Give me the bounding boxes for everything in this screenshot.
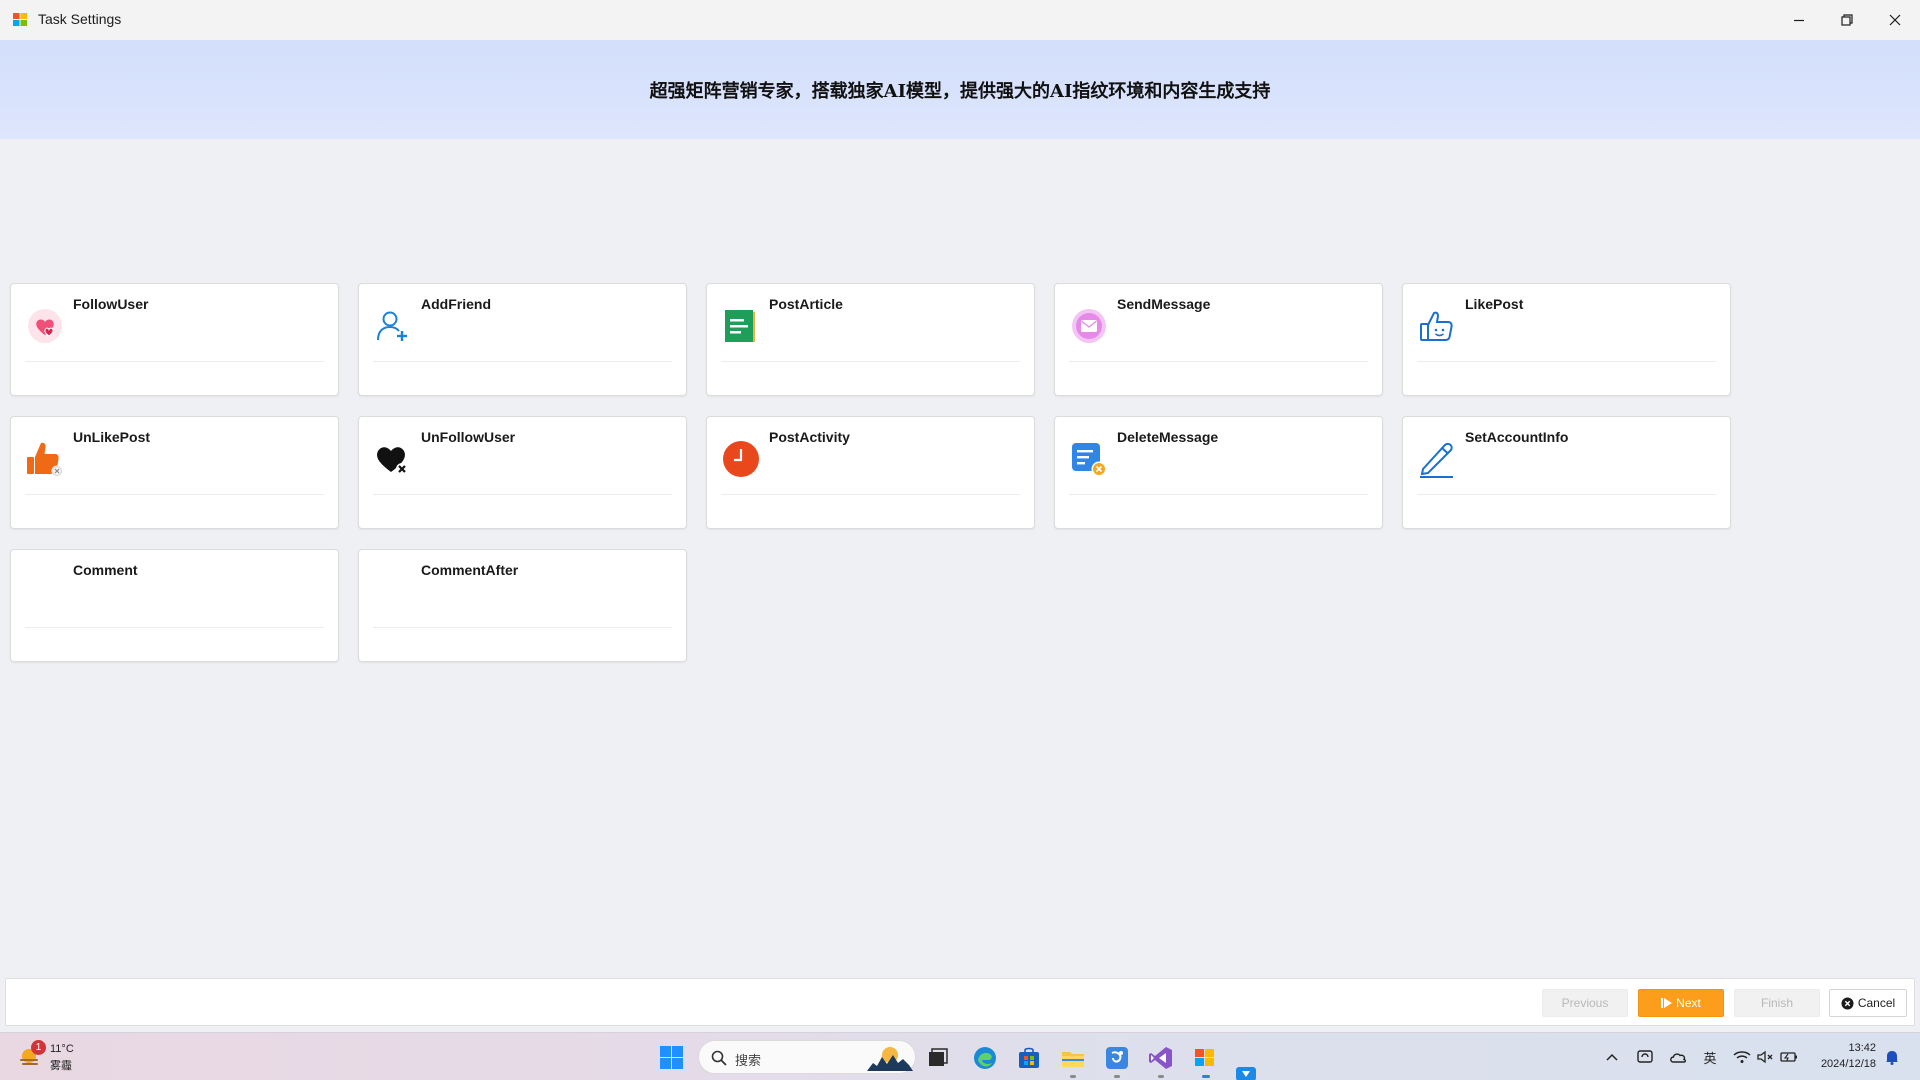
task-card-post-activity[interactable]: PostActivity [706,416,1035,529]
task-label: UnFollowUser [421,429,516,445]
promo-banner: 超强矩阵营销专家，搭载独家AI模型，提供强大的AI指纹环境和内容生成支持 [0,40,1920,139]
weather-temperature: 11°C [50,1043,74,1055]
app-logo-icon [13,13,27,26]
volume-muted-icon[interactable] [1755,1047,1775,1067]
card-divider [1417,361,1716,362]
task-card-send-message[interactable]: SendMessage [1054,283,1383,396]
card-divider [373,494,672,495]
card-divider [373,627,672,628]
card-divider [721,494,1020,495]
task-label: FollowUser [73,296,149,312]
task-card-post-article[interactable]: PostArticle [706,283,1035,396]
cancel-icon [1841,997,1854,1009]
task-label: PostArticle [769,296,843,312]
heart-remove-icon [377,447,408,475]
wizard-footer: Previous Next Finish Cancel [5,978,1915,1026]
card-divider [25,494,324,495]
finish-label: Finish [1760,996,1793,1010]
clock-time[interactable]: 13:42 [1800,1042,1876,1054]
window-title: Task Settings [38,11,122,27]
task-label: AddFriend [421,296,491,312]
task-view-icon[interactable] [925,1045,951,1071]
weather-badge: 1 [31,1040,46,1055]
taskbar-search-box[interactable]: 搜索 [698,1040,916,1074]
envelope-icon [1072,309,1106,343]
document-icon [725,310,755,342]
close-button[interactable] [1871,0,1919,40]
weather-condition: 雾霾 [50,1060,72,1072]
task-label: SendMessage [1117,296,1211,312]
battery-icon[interactable] [1779,1047,1799,1067]
task-label: SetAccountInfo [1465,429,1569,445]
restore-button[interactable] [1823,0,1871,40]
search-highlight-image-icon [867,1047,913,1071]
restore-icon [1841,14,1853,26]
task-label: LikePost [1465,296,1524,312]
notification-bell-icon[interactable] [1882,1047,1902,1067]
previous-label: Previous [1561,996,1609,1010]
task-label: DeleteMessage [1117,429,1219,445]
banner-text: 超强矩阵营销专家，搭载独家AI模型，提供强大的AI指纹环境和内容生成支持 [649,81,1271,102]
task-label: UnLikePost [73,429,151,445]
task-settings-app-icon[interactable] [1192,1045,1218,1071]
task-label: CommentAfter [421,562,519,578]
previous-button[interactable]: Previous [1542,989,1628,1017]
minimize-button[interactable] [1775,0,1823,40]
task-card-like-post[interactable]: LikePost [1402,283,1731,396]
task-label: Comment [73,562,138,578]
edge-browser-icon[interactable] [972,1045,998,1071]
task-card-unlike-post[interactable]: UnLikePost [10,416,339,529]
card-divider [721,361,1020,362]
task-card-follow-user[interactable]: FollowUser [10,283,339,396]
file-explorer-icon[interactable] [1060,1045,1086,1071]
task-label: PostActivity [769,429,850,445]
next-label: Next [1676,996,1701,1010]
search-icon [711,1050,727,1066]
skip-next-icon [1661,998,1673,1008]
task-card-comment[interactable]: Comment [10,549,339,662]
task-card-comment-after[interactable]: CommentAfter [358,549,687,662]
close-icon [1889,14,1901,26]
chevron-up-icon[interactable] [1602,1047,1622,1067]
store-icon[interactable] [1016,1045,1042,1071]
finish-button[interactable]: Finish [1734,989,1820,1017]
active-indicator [1202,1075,1210,1078]
visual-studio-icon[interactable] [1148,1045,1174,1071]
task-card-set-account-info[interactable]: SetAccountInfo [1402,416,1731,529]
start-windows-icon[interactable] [660,1046,683,1069]
cancel-button[interactable]: Cancel [1829,989,1907,1017]
ime-indicator[interactable]: 英 [1700,1047,1720,1067]
next-button[interactable]: Next [1638,989,1724,1017]
search-placeholder: 搜索 [735,1053,762,1068]
remote-tool-icon[interactable] [1104,1045,1130,1071]
cloud-icon[interactable] [1668,1047,1688,1067]
cancel-label: Cancel [1857,996,1896,1010]
card-divider [1069,361,1368,362]
sync-icon[interactable] [1635,1047,1655,1067]
pinned-app-icon[interactable] [1236,1067,1256,1080]
thumbs-up-remove-icon [27,442,63,477]
wifi-icon[interactable] [1732,1047,1752,1067]
title-bar: Task Settings [0,0,1920,40]
minimize-icon [1794,19,1804,22]
card-divider [25,361,324,362]
running-indicator [1070,1075,1076,1078]
card-divider [1417,494,1716,495]
heart-icon [28,309,62,343]
card-divider [1069,494,1368,495]
clock-icon [723,441,759,477]
clock-date[interactable]: 2024/12/18 [1800,1058,1876,1070]
task-card-unfollow-user[interactable]: UnFollowUser [358,416,687,529]
running-indicator [1114,1075,1120,1078]
pen-icon [1420,442,1453,478]
thumbs-up-icon [1420,311,1453,341]
task-card-add-friend[interactable]: AddFriend [358,283,687,396]
card-divider [373,361,672,362]
task-card-delete-message[interactable]: DeleteMessage [1054,416,1383,529]
taskbar: 1 11°C 雾霾 搜索 英 13:42 2024/12/18 [0,1032,1920,1080]
add-user-icon [377,311,407,341]
running-indicator [1158,1075,1164,1078]
delete-message-icon [1072,443,1107,477]
card-divider [25,627,324,628]
